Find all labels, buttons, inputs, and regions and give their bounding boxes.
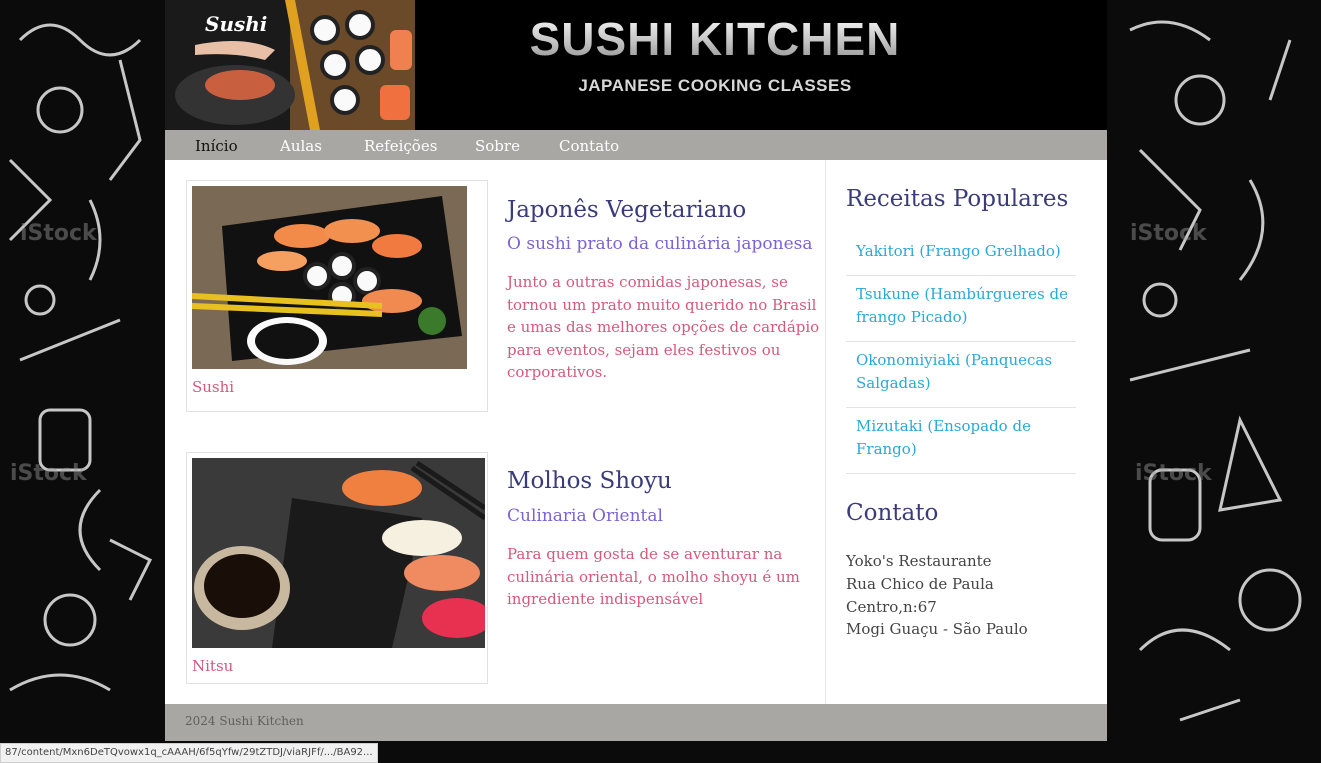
recipe-link[interactable]: Yakitori (Frango Grelhado) [846, 240, 1076, 276]
popular-recipes-heading: Receitas Populares [846, 186, 1069, 212]
nav-item-aulas[interactable]: Aulas [280, 137, 322, 155]
article-subtitle: Culinaria Oriental [507, 506, 663, 526]
sidebar: Receitas Populares Yakitori (Frango Grel… [825, 160, 1108, 704]
recipe-link[interactable]: Okonomiyiaki (Panquecas Salgadas) [846, 349, 1076, 408]
article-figure: Sushi [186, 180, 488, 412]
svg-text:iStock: iStock [10, 461, 88, 486]
status-bar-url: 87/content/Mxn6DeTQvowx1q_cAAAH/6f5qYfw/… [0, 743, 378, 763]
article-body: Para quem gosta de se aventurar na culin… [507, 545, 800, 608]
contact-line: Yoko's Restaurante [846, 552, 992, 570]
recipe-link[interactable]: Mizutaki (Ensopado de Frango) [846, 415, 1076, 474]
page-container: Sushi SUSHI KITCHEN JAPANESE COOKING CLA… [165, 0, 1107, 741]
svg-text:iStock: iStock [1130, 221, 1208, 246]
article-figure: Nitsu [186, 452, 488, 684]
contact-line: Rua Chico de Paula [846, 575, 994, 593]
contact-heading: Contato [846, 500, 939, 526]
figure-caption: Sushi [192, 378, 235, 396]
nav-item-sobre[interactable]: Sobre [475, 137, 520, 155]
recipe-link[interactable]: Tsukune (Hambúrgueres de frango Picado) [846, 283, 1076, 342]
sushi-platter-image [192, 186, 467, 369]
site-title: SUSHI KITCHEN [465, 12, 965, 66]
nigiri-shoyu-image [192, 458, 485, 648]
article-subtitle: O sushi prato da culinária japonesa [507, 234, 813, 254]
header-logo-text: Sushi [205, 12, 268, 36]
main-nav: Início Aulas Refeições Sobre Contato [165, 130, 1107, 160]
article-title: Japonês Vegetariano [507, 197, 747, 223]
nav-item-inicio[interactable]: Início [195, 137, 238, 155]
contact-line: Mogi Guaçu - São Paulo [846, 620, 1028, 638]
header-sushi-image: Sushi [165, 0, 415, 130]
nav-item-refeicoes[interactable]: Refeições [364, 137, 437, 155]
site-subtitle: JAPANESE COOKING CLASSES [578, 76, 852, 95]
svg-text:iStock: iStock [1135, 461, 1213, 486]
svg-text:iStock: iStock [20, 221, 98, 246]
article-body: Junto a outras comidas japonesas, se tor… [507, 273, 820, 381]
article-title: Molhos Shoyu [507, 468, 672, 494]
site-header: Sushi SUSHI KITCHEN JAPANESE COOKING CLA… [165, 0, 1107, 130]
footer-copyright: 2024 Sushi Kitchen [185, 714, 304, 728]
figure-caption: Nitsu [192, 657, 234, 675]
site-footer: 2024 Sushi Kitchen [165, 704, 1107, 741]
nav-item-contato[interactable]: Contato [559, 137, 619, 155]
contact-line: Centro,n:67 [846, 598, 937, 616]
